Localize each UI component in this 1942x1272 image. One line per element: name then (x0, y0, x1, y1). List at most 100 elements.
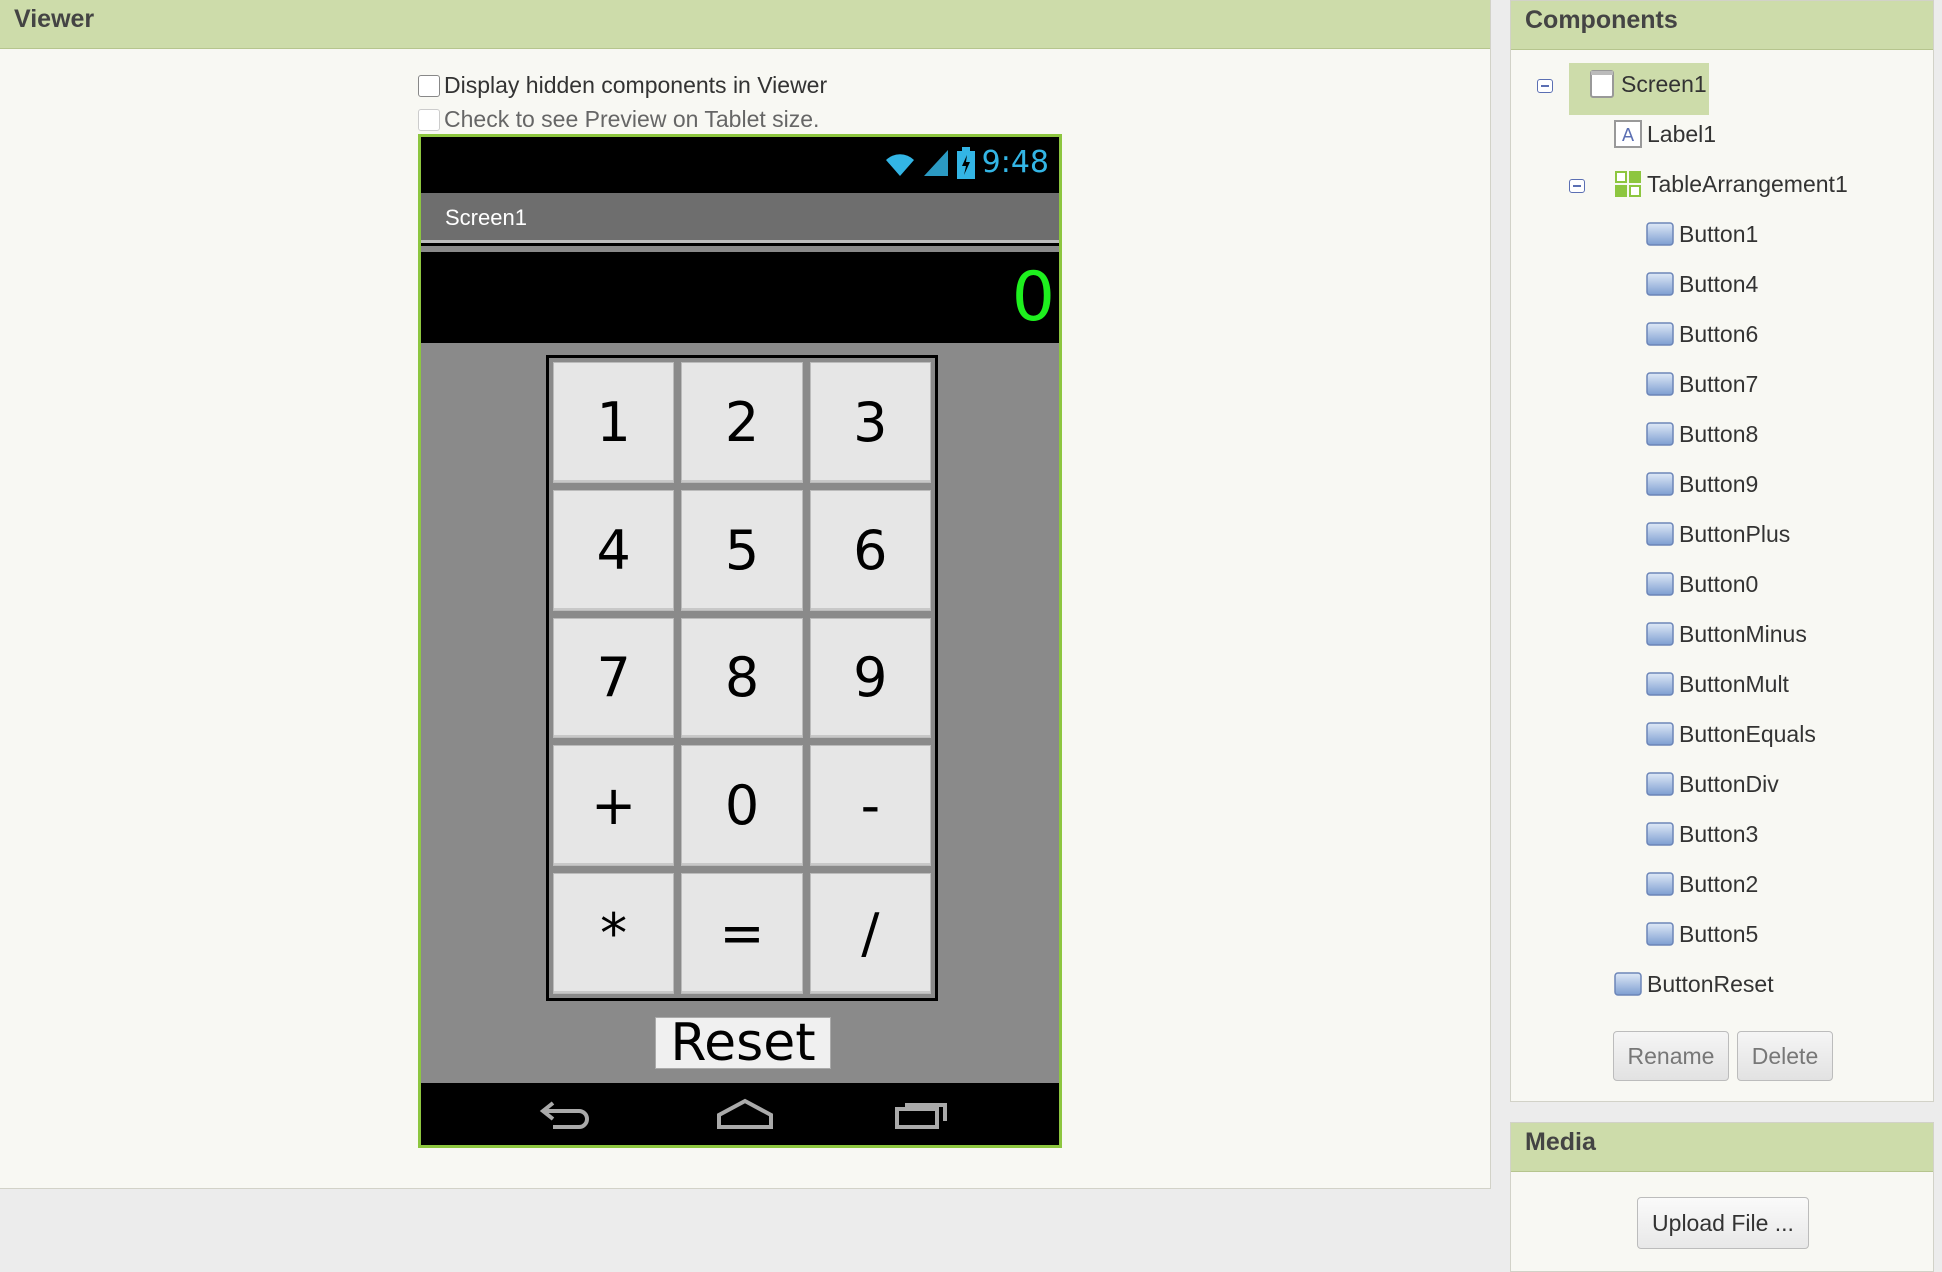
key-equals[interactable]: = (681, 873, 803, 994)
tree-item-button6[interactable]: Button6 (1645, 319, 1758, 349)
key-divide[interactable]: / (809, 873, 931, 994)
key-7[interactable]: 7 (553, 617, 675, 739)
tree-item-label1[interactable]: A Label1 (1613, 119, 1716, 149)
button-icon (1645, 419, 1675, 449)
tablet-preview-label: Check to see Preview on Tablet size. (444, 106, 820, 132)
key-0[interactable]: 0 (681, 745, 803, 867)
button-icon (1645, 269, 1675, 299)
table-arrangement[interactable]: 1 2 3 4 5 6 7 8 9 + 0 - * = / (546, 355, 938, 1001)
key-8[interactable]: 8 (681, 617, 803, 739)
components-panel: Components Screen1 A Label1 TableArrangemen… (1510, 0, 1934, 1102)
button-icon (1645, 219, 1675, 249)
tree-item-buttonmult[interactable]: ButtonMult (1645, 669, 1789, 699)
tree-item-screen1[interactable]: Screen1 (1587, 69, 1707, 99)
recents-icon[interactable] (893, 1097, 951, 1131)
key-minus[interactable]: - (809, 745, 931, 867)
tree-item-buttonminus[interactable]: ButtonMinus (1645, 619, 1807, 649)
key-4[interactable]: 4 (553, 489, 675, 611)
screen-title-bar: Screen1 (421, 193, 1059, 243)
display-hidden-label: Display hidden components in Viewer (444, 72, 828, 98)
button-icon (1645, 669, 1675, 699)
status-clock: 9:48 (981, 145, 1049, 180)
tree-item-button8[interactable]: Button8 (1645, 419, 1758, 449)
tree-item-button7[interactable]: Button7 (1645, 369, 1758, 399)
tree-item-button2[interactable]: Button2 (1645, 869, 1758, 899)
tree-item-label: Button0 (1679, 570, 1759, 597)
tree-item-buttonreset[interactable]: ButtonReset (1613, 969, 1774, 999)
tree-item-buttonplus[interactable]: ButtonPlus (1645, 519, 1790, 549)
tree-item-tablearrangement1[interactable]: TableArrangement1 (1613, 169, 1848, 199)
tree-item-label: ButtonMult (1679, 670, 1789, 697)
viewer-title: Viewer (0, 0, 1490, 49)
button-icon (1645, 819, 1675, 849)
tablet-preview-option[interactable]: Check to see Preview on Tablet size. (418, 106, 819, 133)
label-icon: A (1613, 119, 1643, 149)
tree-item-label: Button1 (1679, 220, 1759, 247)
viewer-panel: Viewer Display hidden components in View… (0, 0, 1491, 1189)
table-arrangement-icon (1613, 169, 1643, 199)
tree-item-button1[interactable]: Button1 (1645, 219, 1758, 249)
delete-button[interactable]: Delete (1737, 1031, 1833, 1081)
status-bar: 9:48 (421, 137, 1059, 193)
tree-item-button9[interactable]: Button9 (1645, 469, 1758, 499)
display-hidden-checkbox[interactable] (418, 74, 440, 97)
tree-item-button0[interactable]: Button0 (1645, 569, 1758, 599)
label1-display[interactable]: 0 (421, 252, 1059, 343)
media-title: Media (1511, 1123, 1933, 1172)
tree-item-label: Button3 (1679, 820, 1759, 847)
tablet-preview-checkbox[interactable] (418, 108, 440, 131)
button-icon (1645, 869, 1675, 899)
tree-item-label: ButtonPlus (1679, 520, 1791, 547)
home-icon[interactable] (715, 1097, 775, 1131)
button-icon (1645, 619, 1675, 649)
tree-item-buttondiv[interactable]: ButtonDiv (1645, 769, 1779, 799)
key-1[interactable]: 1 (553, 362, 675, 483)
upload-file-button[interactable]: Upload File ... (1637, 1197, 1809, 1249)
button-icon (1613, 969, 1643, 999)
button-icon (1645, 369, 1675, 399)
button-icon (1645, 769, 1675, 799)
key-plus[interactable]: + (553, 745, 675, 867)
tree-item-button4[interactable]: Button4 (1645, 269, 1758, 299)
tree-item-label: TableArrangement1 (1647, 170, 1848, 197)
tree-item-buttonequals[interactable]: ButtonEquals (1645, 719, 1816, 749)
nav-bar (421, 1083, 1059, 1145)
button-icon (1645, 519, 1675, 549)
button-icon (1645, 569, 1675, 599)
key-2[interactable]: 2 (681, 362, 803, 483)
display-hidden-option[interactable]: Display hidden components in Viewer (418, 72, 827, 99)
battery-icon (956, 146, 975, 179)
tree-item-label: Button7 (1679, 370, 1759, 397)
tree-item-label: Button6 (1679, 320, 1759, 347)
tree-item-label: ButtonReset (1647, 970, 1774, 997)
components-title: Components (1511, 1, 1933, 50)
screen-icon (1587, 69, 1617, 99)
tree-item-button3[interactable]: Button3 (1645, 819, 1758, 849)
display-value: 0 (1011, 258, 1055, 337)
tree-item-label: Button5 (1679, 920, 1759, 947)
phone-preview: 9:48 Screen1 0 1 2 3 4 5 6 7 8 9 + 0 - * (418, 134, 1062, 1148)
button-icon (1645, 719, 1675, 749)
key-5[interactable]: 5 (681, 489, 803, 611)
button-icon (1645, 919, 1675, 949)
key-9[interactable]: 9 (809, 617, 931, 739)
button-icon (1645, 469, 1675, 499)
reset-button[interactable]: Reset (655, 1017, 831, 1069)
tree-item-label: ButtonMinus (1679, 620, 1807, 647)
svg-text:A: A (1622, 125, 1635, 146)
collapse-table-arrangement-icon[interactable] (1569, 179, 1585, 193)
back-icon[interactable] (539, 1097, 595, 1131)
collapse-screen1-icon[interactable] (1537, 79, 1553, 93)
key-multiply[interactable]: * (553, 873, 675, 994)
tree-item-label: ButtonEquals (1679, 720, 1816, 747)
tree-item-label: Button8 (1679, 420, 1759, 447)
button-icon (1645, 319, 1675, 349)
tree-item-button5[interactable]: Button5 (1645, 919, 1758, 949)
key-3[interactable]: 3 (809, 362, 931, 483)
tree-item-label: Button2 (1679, 870, 1759, 897)
key-6[interactable]: 6 (809, 489, 931, 611)
rename-button[interactable]: Rename (1613, 1031, 1729, 1081)
screen-body: 0 1 2 3 4 5 6 7 8 9 + 0 - * = / Reset (421, 246, 1059, 1086)
tree-item-label: ButtonDiv (1679, 770, 1779, 797)
tree-item-label: Button4 (1679, 270, 1759, 297)
